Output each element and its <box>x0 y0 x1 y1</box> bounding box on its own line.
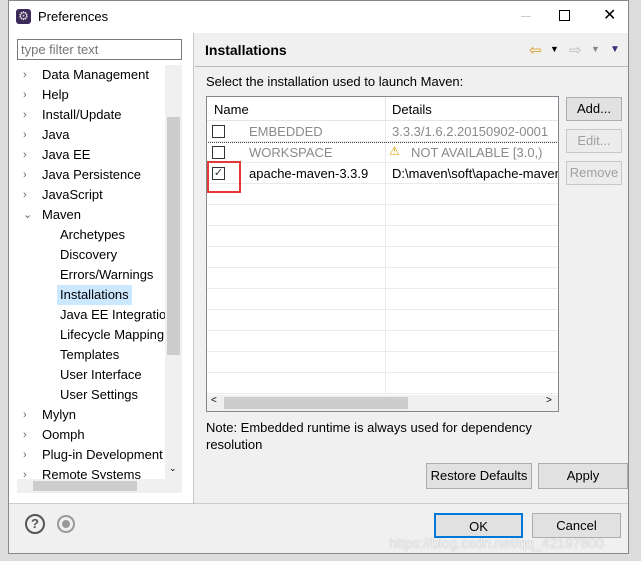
note-text: Note: Embedded runtime is always used fo… <box>206 420 532 452</box>
window-title: Preferences <box>38 9 109 24</box>
tree-item-label: Discovery <box>60 247 118 262</box>
chevron-right-icon[interactable]: › <box>23 65 27 85</box>
table-row[interactable] <box>207 268 558 289</box>
pane-divider[interactable] <box>193 33 194 503</box>
installation-name: apache-maven-3.3.9 <box>249 166 369 181</box>
chevron-right-icon[interactable]: › <box>23 425 27 445</box>
scrollbar-thumb[interactable] <box>224 397 408 409</box>
table-row[interactable] <box>207 247 558 268</box>
remove-button[interactable]: Remove <box>566 161 622 185</box>
tree-item-label: Plug-in Development <box>42 447 163 462</box>
column-header-name[interactable]: Name <box>214 102 249 117</box>
tree-item-label: User Interface <box>60 367 142 382</box>
installation-details: D:\maven\soft\apache-maven <box>392 166 558 181</box>
installation-name: WORKSPACE <box>249 145 333 160</box>
add-button[interactable]: Add... <box>566 97 622 121</box>
tree-item-label: Data Management <box>42 67 149 82</box>
chevron-right-icon[interactable]: › <box>23 145 27 165</box>
title-bar: ⚙ Preferences ✕ <box>9 1 628 33</box>
table-row[interactable]: EMBEDDED 3.3.3/1.6.2.20150902-0001 <box>207 121 558 143</box>
table-row[interactable] <box>207 310 558 331</box>
restore-defaults-button[interactable]: Restore Defaults <box>426 463 532 489</box>
chevron-right-icon[interactable]: › <box>23 465 27 479</box>
chevron-right-icon[interactable]: › <box>23 165 27 185</box>
apply-button[interactable]: Apply <box>538 463 628 489</box>
table-row[interactable] <box>207 373 558 394</box>
forward-menu-icon[interactable]: ▼ <box>591 44 600 54</box>
sidebar: › Data Management › Help › Install/Update › Jav… <box>9 33 193 503</box>
chevron-right-icon[interactable]: › <box>23 125 27 145</box>
tree-item-label: Mylyn <box>42 407 76 422</box>
table-row[interactable]: WORKSPACE ⚠ NOT AVAILABLE [3.0,) <box>207 142 558 163</box>
tree-item-label: Java <box>42 127 70 142</box>
chevron-right-icon[interactable]: › <box>23 105 27 125</box>
warning-icon: ⚠ <box>389 144 400 158</box>
table-row[interactable] <box>207 184 558 205</box>
column-header-details[interactable]: Details <box>392 102 432 117</box>
table-horizontal-scrollbar[interactable]: < > <box>207 395 558 411</box>
tree-item-label: Templates <box>60 347 120 362</box>
scroll-down-arrow-icon[interactable]: ⌄ <box>169 463 177 474</box>
close-button[interactable]: ✕ <box>603 5 616 25</box>
row-checkbox[interactable] <box>212 146 225 159</box>
table-body: EMBEDDED 3.3.3/1.6.2.20150902-0001 WORKS… <box>207 121 558 395</box>
chevron-right-icon[interactable]: › <box>23 85 27 105</box>
view-menu-icon[interactable]: ▼ <box>610 44 620 55</box>
installation-name: EMBEDDED <box>249 124 323 139</box>
chevron-right-icon[interactable]: › <box>23 405 27 425</box>
table-row[interactable] <box>207 331 558 352</box>
separator <box>9 503 628 504</box>
page-title: Installations <box>205 42 287 58</box>
preference-tree: › Data Management › Help › Install/Update › Jav… <box>9 64 165 479</box>
tree-item-label: Installations <box>57 285 132 305</box>
table-row[interactable] <box>207 226 558 247</box>
scrollbar-thumb[interactable] <box>167 117 180 355</box>
tree-item-label: Errors/Warnings <box>60 267 154 282</box>
installation-details: NOT AVAILABLE [3.0,) <box>411 145 543 160</box>
edit-button[interactable]: Edit... <box>566 129 622 153</box>
tree-item-label: User Settings <box>60 387 139 402</box>
table-row[interactable] <box>207 289 558 310</box>
table-row[interactable] <box>207 205 558 226</box>
tree-item-label: JavaScript <box>42 187 103 202</box>
tree-item-label: Help <box>42 87 69 102</box>
table-header: Name Details <box>207 97 558 121</box>
forward-arrow-icon[interactable]: ⇨ <box>569 41 582 59</box>
tree-item-label: Install/Update <box>42 107 122 122</box>
installation-details: 3.3.3/1.6.2.20150902-0001 <box>392 124 549 139</box>
tree-vertical-scrollbar[interactable]: ⌄ <box>165 65 182 479</box>
chevron-right-icon[interactable]: › <box>23 185 27 205</box>
chevron-down-icon[interactable]: ⌄ <box>23 205 32 225</box>
tree-item-label: Java EE <box>42 147 91 162</box>
highlight-box <box>207 161 241 193</box>
help-icon[interactable]: ? <box>25 514 45 534</box>
preferences-dialog: ⚙ Preferences ✕ › Data Management › Help › In… <box>8 0 629 554</box>
minimize-button[interactable] <box>521 16 531 17</box>
eclipse-gear-icon: ⚙ <box>16 9 31 24</box>
tree-horizontal-scrollbar[interactable] <box>17 479 182 493</box>
tree-item-label: Archetypes <box>60 227 126 242</box>
instruction-label: Select the installation used to launch M… <box>206 74 464 89</box>
watermark: https://blog.csdn.net/qq_42197800 <box>389 535 604 551</box>
tree-item-label: Oomph <box>42 427 85 442</box>
tree-item-label: Java EE Integration <box>60 307 165 322</box>
filter-input[interactable] <box>17 39 182 60</box>
tree-item-label: Lifecycle Mapping <box>60 327 165 342</box>
table-row[interactable] <box>207 352 558 373</box>
row-checkbox[interactable] <box>212 125 225 138</box>
separator <box>195 66 628 67</box>
tree-item-label: Java Persistence <box>42 167 141 182</box>
table-row[interactable]: ✓ apache-maven-3.3.9 D:\maven\soft\apach… <box>207 163 558 184</box>
tree-item-label: Remote Systems <box>42 467 141 479</box>
installations-table: Name Details EMBEDDED 3.3.3/1.6.2.201509… <box>206 96 559 412</box>
record-icon[interactable] <box>57 515 75 533</box>
maximize-button[interactable] <box>559 10 570 21</box>
back-menu-icon[interactable]: ▼ <box>550 44 559 54</box>
back-arrow-icon[interactable]: ⇦ <box>529 41 542 59</box>
chevron-right-icon[interactable]: › <box>23 445 27 465</box>
tree-item-label: Maven <box>42 207 82 222</box>
scrollbar-thumb[interactable] <box>33 481 137 491</box>
